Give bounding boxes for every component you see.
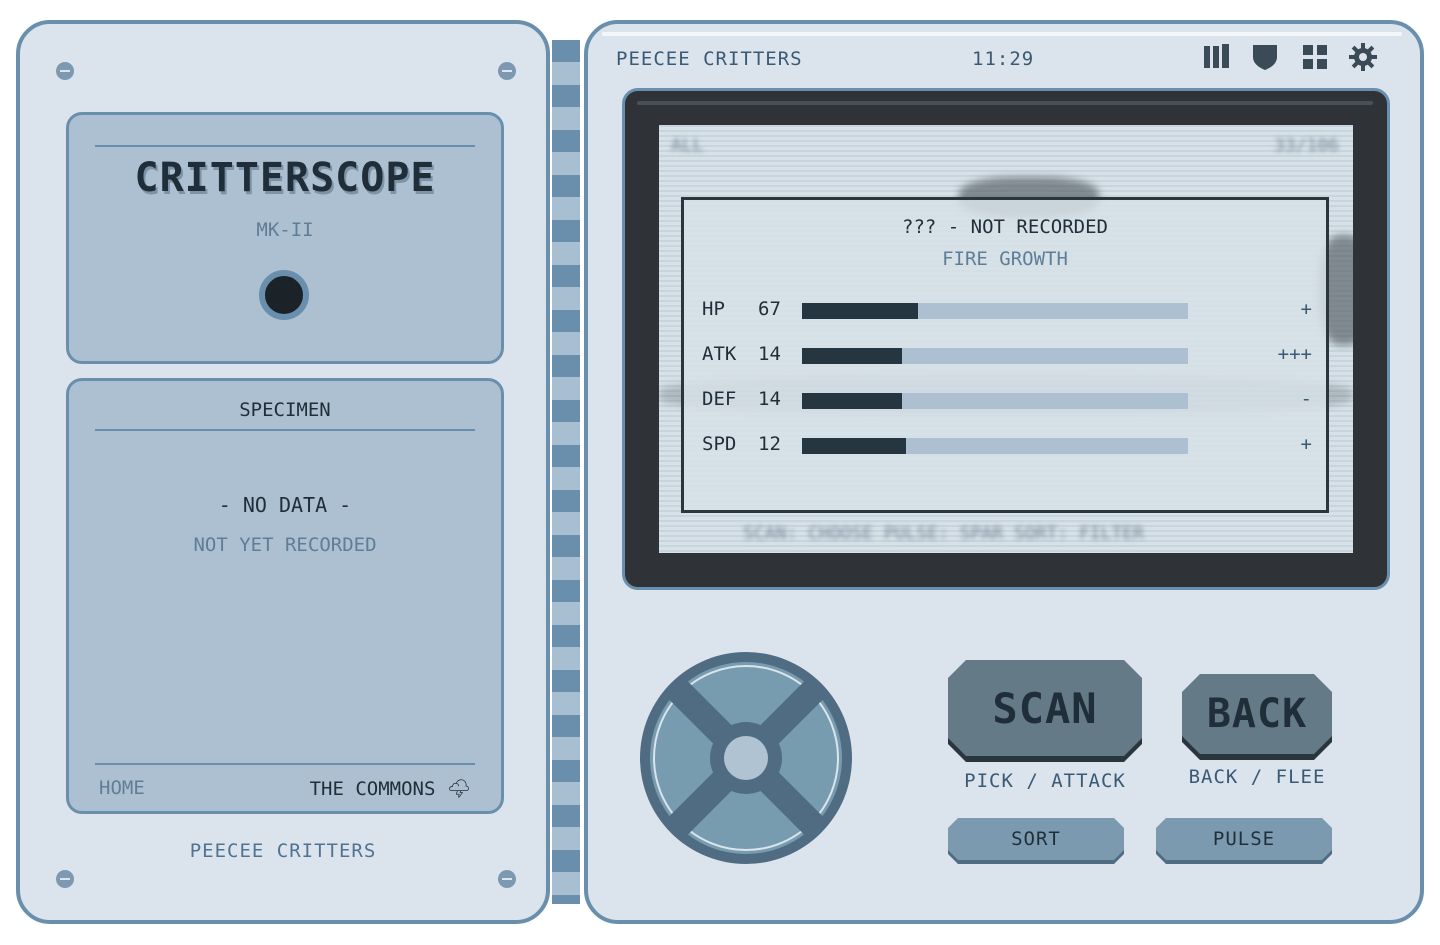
display-screen[interactable]: ALL 33/106 SCAN: CHOOSE PULSE: SPAR SORT…: [659, 125, 1353, 553]
stat-label: DEF: [702, 388, 737, 410]
stat-row-spd: SPD 12 +: [702, 433, 1312, 459]
stat-modifier: -: [1300, 388, 1312, 410]
stat-value: 14: [758, 343, 781, 365]
stat-bar: [802, 393, 1188, 409]
stat-bar: [802, 438, 1188, 454]
stat-row-hp: HP 67 +: [702, 298, 1312, 324]
scan-caption: PICK / ATTACK: [964, 770, 1126, 792]
stat-row-atk: ATK 14 +++: [702, 343, 1312, 369]
sort-button[interactable]: SORT: [948, 818, 1124, 860]
stat-bar-fill: [802, 438, 907, 454]
stat-bar: [802, 303, 1188, 319]
scan-button[interactable]: SCAN: [948, 660, 1142, 756]
background-count: 33/106: [1273, 135, 1339, 156]
divider: [95, 145, 475, 147]
stat-value: 12: [758, 433, 781, 455]
app-title: PEECEE CRITTERS: [616, 48, 803, 70]
device-hinge: [552, 40, 580, 904]
stat-bar-fill: [802, 303, 918, 319]
stat-row-def: DEF 14 -: [702, 388, 1312, 414]
stat-label: HP: [702, 298, 725, 320]
stat-bar-fill: [802, 393, 903, 409]
specimen-panel: SPECIMEN - NO DATA - NOT YET RECORDED HO…: [66, 378, 504, 814]
shield-icon[interactable]: [1250, 42, 1280, 72]
specimen-title: SPECIMEN: [239, 399, 331, 421]
screw-icon: [56, 62, 74, 80]
directional-pad[interactable]: [638, 650, 854, 866]
stat-modifier: +: [1300, 433, 1312, 455]
right-device-panel: PEECEE CRITTERS 11:29 ALL 33/106 SCAN: C…: [584, 20, 1424, 924]
stat-modifier: +++: [1277, 343, 1312, 365]
left-device-panel: CRITTERSCOPE MK-II SPECIMEN - NO DATA - …: [16, 20, 550, 924]
divider: [95, 763, 475, 765]
background-filter-label: ALL: [671, 135, 704, 156]
background-control-hint: SCAN: CHOOSE PULSE: SPAR SORT: FILTER: [743, 523, 1144, 544]
screw-icon: [56, 870, 74, 888]
not-recorded-label: NOT YET RECORDED: [193, 534, 377, 556]
device-footer-brand: PEECEE CRITTERS: [189, 840, 377, 862]
screen-bezel: ALL 33/106 SCAN: CHOOSE PULSE: SPAR SORT…: [622, 88, 1390, 590]
location-home[interactable]: HOME: [99, 777, 145, 799]
screw-icon: [498, 62, 516, 80]
no-data-label: - NO DATA -: [218, 493, 352, 517]
stat-value: 67: [758, 298, 781, 320]
back-button-label: BACK: [1206, 691, 1308, 737]
back-caption: BACK / FLEE: [1188, 766, 1326, 788]
clock: 11:29: [972, 48, 1035, 70]
screw-icon: [498, 870, 516, 888]
brand-title: CRITTERSCOPE: [134, 155, 436, 201]
stat-bar: [802, 348, 1188, 364]
scan-button-label: SCAN: [992, 683, 1098, 733]
critter-type: FIRE GROWTH: [942, 248, 1068, 270]
divider: [95, 429, 475, 431]
stat-bar-fill: [802, 348, 903, 364]
stat-label: SPD: [702, 433, 737, 455]
stat-modifier: +: [1300, 298, 1312, 320]
back-button[interactable]: BACK: [1182, 674, 1332, 754]
brand-plate: CRITTERSCOPE MK-II: [66, 112, 504, 364]
critter-name: ??? - NOT RECORDED: [902, 216, 1108, 238]
stat-value: 14: [758, 388, 781, 410]
location-current: THE COMMONS 🌩: [309, 778, 471, 800]
settings-gear-icon[interactable]: [1348, 42, 1378, 72]
library-icon[interactable]: [1202, 42, 1232, 72]
pulse-button[interactable]: PULSE: [1156, 818, 1332, 860]
pulse-button-label: PULSE: [1212, 828, 1276, 850]
brand-model: MK-II: [256, 219, 314, 241]
critter-stat-card: ??? - NOT RECORDED FIRE GROWTH HP 67 + A…: [681, 197, 1329, 513]
panel-highlight: [602, 32, 1402, 36]
sort-button-label: SORT: [1011, 828, 1061, 850]
bezel-highlight: [637, 101, 1373, 105]
stat-label: ATK: [702, 343, 737, 365]
camera-lens-icon: [259, 270, 309, 320]
grid-icon[interactable]: [1300, 42, 1330, 72]
